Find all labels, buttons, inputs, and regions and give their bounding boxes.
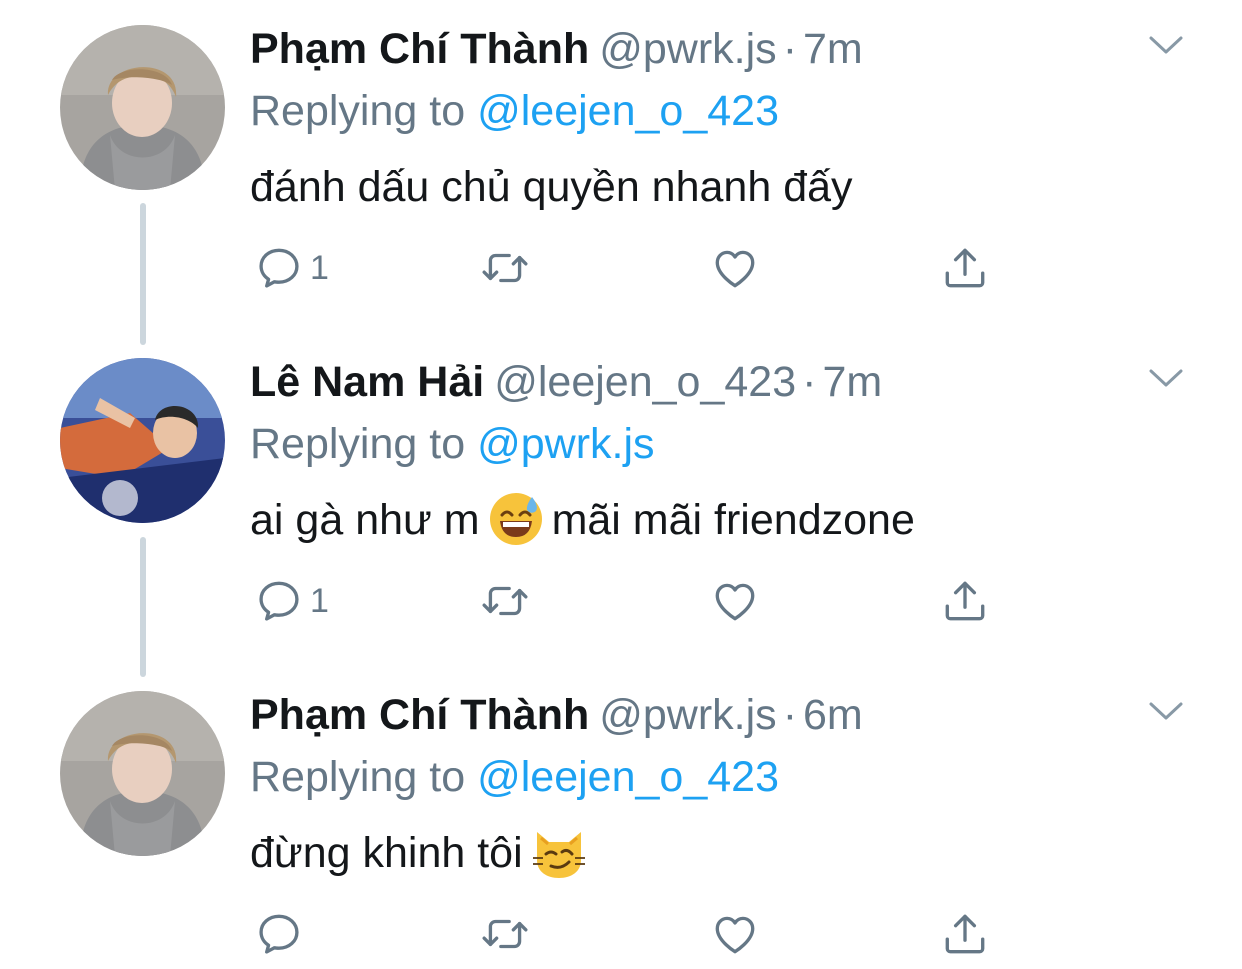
- display-name[interactable]: Phạm Chí Thành: [250, 691, 589, 739]
- tweet-text-content: đánh dấu chủ quyền nhanh đấy: [250, 163, 853, 211]
- replying-to-label: Replying to: [250, 753, 466, 801]
- timestamp[interactable]: 7m: [803, 25, 863, 73]
- tweet-text: đánh dấu chủ quyền nhanh đấy: [250, 160, 853, 214]
- tweet-header: Lê Nam Hải @leejen_o_423 · 7m: [250, 357, 882, 407]
- grinning-face-with-sweat-icon: [488, 491, 544, 547]
- mention-link[interactable]: @pwrk.js: [477, 420, 654, 468]
- display-name[interactable]: Lê Nam Hải: [250, 358, 484, 406]
- retweet-button[interactable]: [480, 240, 530, 296]
- avatar[interactable]: [60, 25, 225, 190]
- reply-button[interactable]: 1: [254, 573, 329, 629]
- reply-button[interactable]: 1: [254, 240, 329, 296]
- tweet-text: đừng khinh tôi: [250, 826, 595, 884]
- username[interactable]: @pwrk.js: [599, 25, 776, 73]
- chevron-down-icon[interactable]: [1148, 32, 1184, 58]
- replying-to: Replying to @leejen_o_423: [250, 86, 779, 136]
- reply-icon: [254, 909, 304, 959]
- separator-dot: ·: [782, 691, 798, 739]
- share-icon: [940, 243, 990, 293]
- mention-link[interactable]: @leejen_o_423: [477, 753, 779, 801]
- heart-icon: [710, 576, 760, 626]
- share-icon: [940, 576, 990, 626]
- replying-to: Replying to @pwrk.js: [250, 419, 655, 469]
- avatar[interactable]: [60, 691, 225, 856]
- heart-icon: [710, 909, 760, 959]
- retweet-icon: [480, 576, 530, 626]
- like-button[interactable]: [710, 573, 760, 629]
- retweet-icon: [480, 243, 530, 293]
- timestamp[interactable]: 7m: [822, 358, 882, 406]
- reply-icon: [254, 576, 304, 626]
- tweet[interactable]: Phạm Chí Thành @pwrk.js · 6m Replying to @l…: [0, 666, 1242, 969]
- reply-icon: [254, 243, 304, 293]
- heart-icon: [710, 243, 760, 293]
- share-icon: [940, 909, 990, 959]
- action-bar: 1: [250, 573, 1010, 629]
- tweet[interactable]: Lê Nam Hải @leejen_o_423 · 7m Replying to @…: [0, 333, 1242, 666]
- username[interactable]: @leejen_o_423: [494, 358, 796, 406]
- retweet-icon: [480, 909, 530, 959]
- tweet-header: Phạm Chí Thành @pwrk.js · 6m: [250, 690, 863, 740]
- separator-dot: ·: [782, 25, 798, 73]
- tweet-header: Phạm Chí Thành @pwrk.js · 7m: [250, 24, 863, 74]
- chevron-down-icon[interactable]: [1148, 365, 1184, 391]
- retweet-button[interactable]: [480, 906, 530, 962]
- retweet-button[interactable]: [480, 573, 530, 629]
- tweet[interactable]: Phạm Chí Thành @pwrk.js · 7m Replying to @l…: [0, 0, 1242, 333]
- avatar[interactable]: [60, 358, 225, 523]
- share-button[interactable]: [940, 240, 990, 296]
- action-bar: 1: [250, 240, 1010, 296]
- replying-to: Replying to @leejen_o_423: [250, 752, 779, 802]
- share-button[interactable]: [940, 573, 990, 629]
- tweet-text-content: mãi mãi friendzone: [551, 496, 915, 544]
- tweet-text-content: ai gà như m: [250, 496, 480, 544]
- like-button[interactable]: [710, 906, 760, 962]
- reply-button[interactable]: [254, 906, 310, 962]
- share-button[interactable]: [940, 906, 990, 962]
- action-bar: [250, 906, 1010, 962]
- smirking-cat-face-icon: [531, 824, 587, 880]
- reply-count: 1: [310, 581, 329, 620]
- tweet-text-content: đừng khinh tôi: [250, 829, 523, 877]
- timestamp[interactable]: 6m: [803, 691, 863, 739]
- username[interactable]: @pwrk.js: [599, 691, 776, 739]
- display-name[interactable]: Phạm Chí Thành: [250, 25, 589, 73]
- tweet-text: ai gà như m mãi mãi friendzone: [250, 493, 915, 551]
- replying-to-label: Replying to: [250, 87, 466, 135]
- like-button[interactable]: [710, 240, 760, 296]
- mention-link[interactable]: @leejen_o_423: [477, 87, 779, 135]
- chevron-down-icon[interactable]: [1148, 698, 1184, 724]
- replying-to-label: Replying to: [250, 420, 466, 468]
- separator-dot: ·: [802, 358, 817, 406]
- reply-count: 1: [310, 248, 329, 287]
